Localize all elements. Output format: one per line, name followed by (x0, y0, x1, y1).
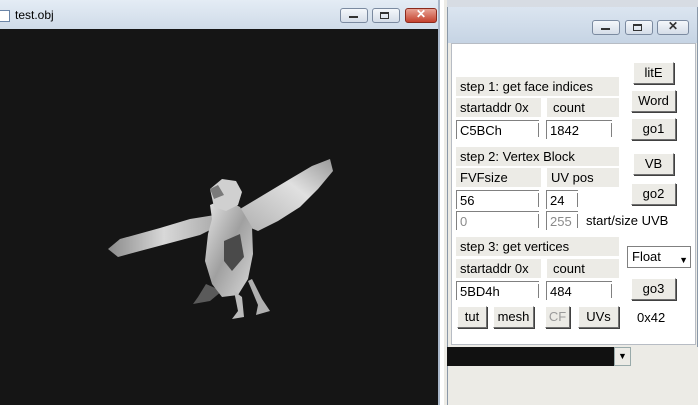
minimize-icon (349, 16, 358, 18)
lite-button[interactable]: litE (633, 62, 674, 84)
tool-minimize-button[interactable] (592, 20, 620, 35)
format-select-value: Float (632, 249, 661, 264)
vb-button[interactable]: VB (633, 153, 674, 175)
step1-startaddr-input[interactable]: C5BCh (456, 120, 539, 139)
step2-uvb-size-input: 255 (546, 211, 578, 230)
bird-model-render (108, 159, 333, 319)
render-canvas[interactable] (0, 29, 438, 405)
left-wing (108, 215, 220, 257)
app-icon (0, 10, 10, 22)
step2-startsize-label: start/size UVB (586, 213, 669, 228)
step1-count-input[interactable]: 1842 (546, 120, 612, 139)
tool-client-area: step 1: get face indices startaddr 0x co… (451, 43, 696, 345)
tool-maximize-button[interactable] (625, 20, 653, 35)
step3-count-input[interactable]: 484 (546, 281, 612, 300)
step2-fvfsize-input[interactable]: 56 (456, 190, 539, 209)
tool-titlebar[interactable]: ✕ (448, 7, 697, 43)
mesh-button[interactable]: mesh (493, 306, 534, 328)
step2-uvpos-label: UV pos (547, 168, 619, 187)
background-window-edge-lower (447, 366, 448, 405)
background-combo-box[interactable] (447, 347, 631, 366)
go2-button[interactable]: go2 (631, 183, 676, 205)
tut-button[interactable]: tut (457, 306, 487, 328)
viewer-close-button[interactable]: ✕ (405, 7, 437, 23)
step3-startaddr-input[interactable]: 5BD4h (456, 281, 539, 300)
close-icon: ✕ (415, 7, 427, 21)
viewer-window: test.obj ✕ (0, 0, 440, 405)
close-icon: ✕ (667, 19, 679, 33)
viewer-maximize-button[interactable] (372, 8, 400, 23)
right-wing (240, 159, 333, 231)
cf-button: CF (545, 306, 570, 328)
maximize-icon (633, 24, 642, 31)
format-select[interactable]: Float ▼ (627, 246, 691, 268)
viewer-minimize-button[interactable] (340, 8, 368, 23)
tool-close-button[interactable]: ✕ (657, 19, 689, 35)
step1-startaddr-label: startaddr 0x (456, 98, 541, 117)
background-combo-dropdown[interactable]: ▼ (614, 347, 631, 366)
step2-fvfsize-label: FVFsize (456, 168, 541, 187)
step3-startaddr-label: startaddr 0x (456, 259, 541, 278)
chevron-down-icon: ▼ (679, 255, 688, 265)
chevron-down-icon: ▼ (618, 351, 627, 361)
hex-readout: 0x42 (637, 310, 666, 325)
uvs-button[interactable]: UVs (578, 306, 619, 328)
minimize-icon (601, 28, 610, 30)
maximize-icon (380, 12, 389, 19)
word-button[interactable]: Word (631, 90, 676, 112)
step1-heading: step 1: get face indices (456, 77, 619, 96)
right-foot (248, 279, 270, 315)
go1-button[interactable]: go1 (631, 118, 676, 140)
step3-heading: step 3: get vertices (456, 237, 619, 256)
viewer-titlebar[interactable]: test.obj ✕ (0, 0, 440, 30)
step2-uvpos-input[interactable]: 24 (546, 190, 578, 209)
step2-heading: step 2: Vertex Block (456, 147, 619, 166)
viewer-title: test.obj (15, 8, 54, 22)
viewer-frame-edge (438, 0, 440, 405)
step2-uvb-start-input: 0 (456, 211, 539, 230)
step3-count-label: count (547, 259, 619, 278)
go3-button[interactable]: go3 (631, 278, 676, 300)
tool-window: ✕ step 1: get face indices startaddr 0x … (447, 7, 698, 347)
step1-count-label: count (547, 98, 619, 117)
